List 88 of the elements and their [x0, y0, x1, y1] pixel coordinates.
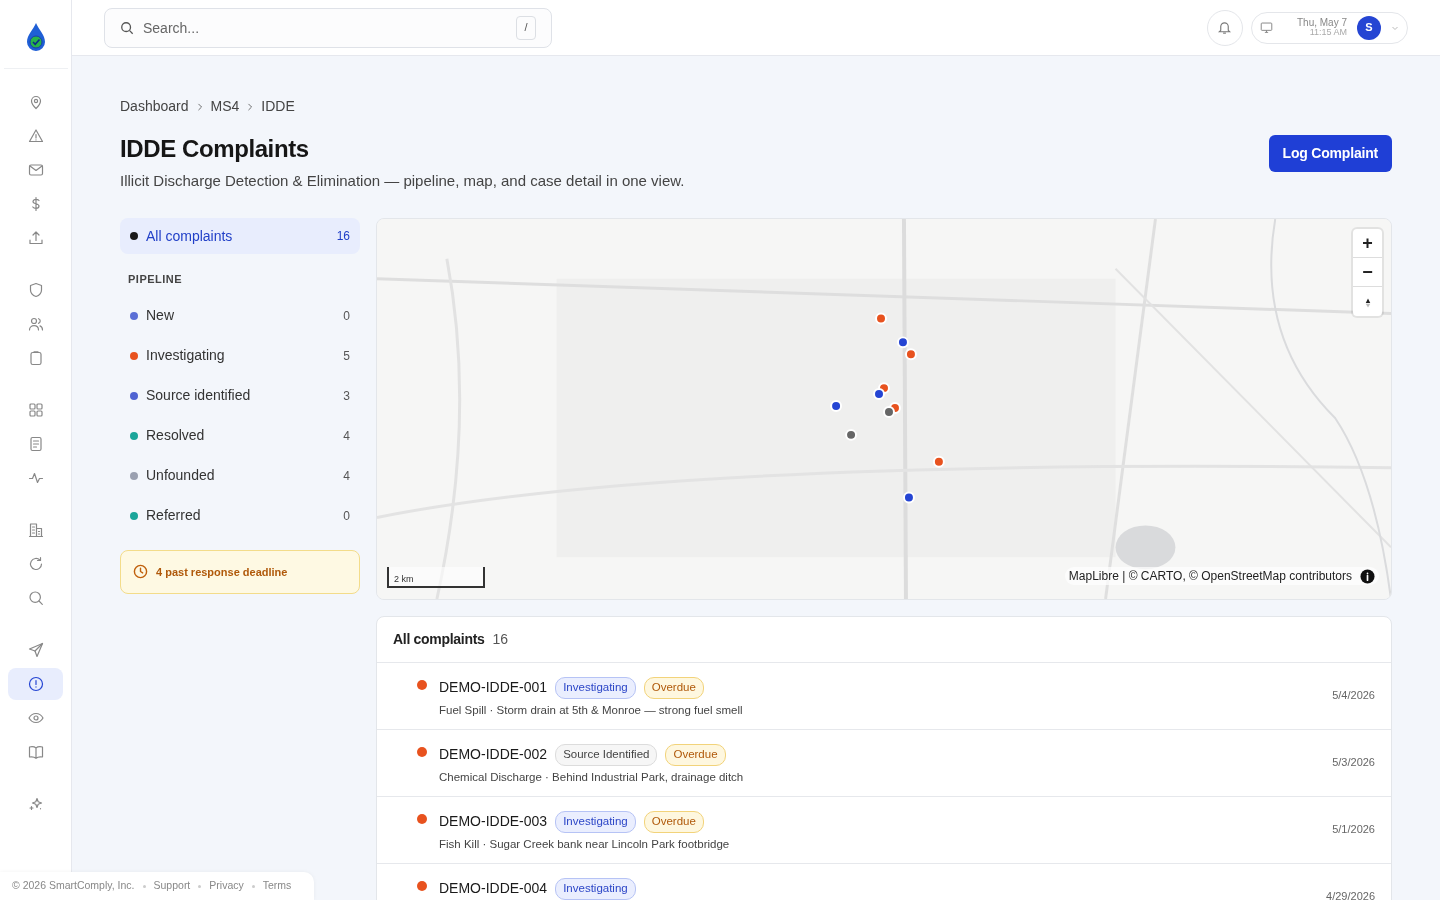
complaint-row[interactable]: DEMO-IDDE-001 Investigating Overdue Fuel Spill · Storm drain at 5th & Monroe — strong fuel smell 5/4/2026 — [377, 663, 1391, 731]
filter-item[interactable]: New 0 — [120, 295, 360, 336]
filter-item[interactable]: All complaints 16 — [120, 218, 360, 255]
scale-bar: 2 km — [387, 567, 485, 589]
footer-link[interactable]: Privacy — [209, 878, 244, 894]
bell-icon — [1217, 20, 1233, 35]
page-subtitle: Illicit Discharge Detection & Elimination — pipeline, map, and case detail in one view. — [120, 170, 685, 191]
warning-icon — [27, 128, 44, 144]
complaint-date: 5/4/2026 — [1332, 688, 1375, 704]
refresh-icon — [27, 556, 44, 572]
complaint-date: 5/1/2026 — [1332, 822, 1375, 838]
send-icon — [27, 642, 44, 658]
filter-count: 3 — [343, 387, 350, 405]
breadcrumb-current: IDDE — [261, 97, 295, 116]
filter-label: Unfounded — [146, 466, 215, 486]
status-tag: Investigating — [555, 677, 636, 699]
filter-count: 16 — [336, 228, 350, 246]
zoom-out-button[interactable]: − — [1353, 258, 1382, 288]
complaint-detail: Fuel Spill · Storm drain at 5th & Monroe — strong fuel smell — [439, 702, 743, 718]
complaint-date: 4/29/2026 — [1326, 889, 1375, 900]
copyright-text: © 2026 SmartComply, Inc. — [12, 878, 135, 894]
eye-icon — [27, 710, 44, 726]
section-heading: PIPELINE — [127, 272, 184, 288]
avatar: S — [1357, 15, 1381, 40]
document-icon — [27, 436, 44, 452]
filter-item[interactable]: Investigating 5 — [120, 335, 360, 376]
log-complaint-button[interactable]: Log Complaint — [1268, 135, 1392, 172]
status-tag: Overdue — [643, 811, 704, 833]
alert-text: 4 past response deadline — [156, 564, 288, 580]
users-icon — [27, 316, 44, 332]
filter-label: Source identified — [146, 386, 251, 406]
upload-icon — [27, 230, 44, 246]
status-tag: Investigating — [555, 811, 636, 833]
map-attribution: MapLibre | © CARTO, © OpenStreetMap contributors — [1068, 568, 1352, 586]
building-icon — [27, 522, 44, 538]
footer-link[interactable]: Support — [153, 878, 191, 894]
breadcrumb-link[interactable]: MS4 — [210, 96, 240, 117]
complaint-detail: Chemical Discharge · Behind Industrial Park, drainage ditch — [439, 769, 744, 785]
pulse-icon — [27, 470, 44, 486]
breadcrumb-link[interactable]: Dashboard — [120, 96, 189, 117]
complaint-id: DEMO-IDDE-003 — [439, 812, 548, 832]
filter-label: Investigating — [146, 346, 225, 366]
nav-button[interactable] — [8, 668, 63, 700]
filter-label: All complaints — [146, 226, 233, 246]
complaint-id: DEMO-IDDE-001 — [439, 678, 548, 698]
complaint-date: 5/3/2026 — [1332, 755, 1375, 771]
list-title: All complaints — [393, 630, 485, 650]
filter-count: 4 — [343, 467, 350, 485]
zoom-in-button[interactable]: + — [1353, 229, 1382, 259]
filter-label: Resolved — [146, 426, 205, 446]
clipboard-icon — [27, 350, 44, 366]
user-menu[interactable]: Thu, May 7 11:15 AM S — [1250, 11, 1408, 44]
filter-count: 0 — [343, 307, 350, 325]
status-tag: Overdue — [643, 677, 704, 699]
sparkle-icon — [27, 796, 44, 812]
date-text: Thu, May 7 — [1296, 17, 1347, 29]
filter-count: 4 — [343, 427, 350, 445]
book-icon — [27, 744, 44, 760]
search-icon — [27, 590, 44, 606]
footer-link[interactable]: Terms — [262, 878, 292, 894]
notification-button[interactable] — [1206, 9, 1243, 46]
status-tag: Source Identified — [555, 744, 658, 766]
complaint-row[interactable]: DEMO-IDDE-003 Investigating Overdue Fish Kill · Sugar Creek bank near Lincoln Park footbridge 5/1/2026 — [377, 797, 1391, 865]
filter-item[interactable]: Source identified 3 — [120, 375, 360, 416]
status-tag: Overdue — [665, 744, 726, 766]
filter-label: Referred — [146, 506, 201, 526]
complaint-row[interactable]: DEMO-IDDE-002 Source Identified Overdue Chemical Discharge · Behind Industrial Park, drainage ditch 5/3/2026 — [377, 730, 1391, 798]
filter-item[interactable]: Referred 0 — [120, 495, 360, 536]
filter-item[interactable]: Resolved 4 — [120, 415, 360, 456]
monitor-icon — [1259, 21, 1273, 34]
page-title: IDDE Complaints — [120, 135, 310, 164]
shield-icon — [27, 282, 44, 298]
status-tag: Investigating — [555, 878, 636, 900]
grid-icon — [27, 402, 44, 418]
list-count: 16 — [492, 630, 509, 650]
complaint-row[interactable]: DEMO-IDDE-004 Investigating 4/29/2026 — [377, 864, 1391, 900]
filter-item[interactable]: Unfounded 4 — [120, 455, 360, 496]
complaint-id: DEMO-IDDE-004 — [439, 879, 548, 899]
clock-icon — [133, 564, 148, 580]
mail-icon — [27, 162, 44, 178]
filter-label: New — [146, 306, 174, 326]
filter-count: 5 — [343, 347, 350, 365]
alert-icon — [27, 676, 44, 692]
filter-count: 0 — [343, 507, 350, 525]
complaint-detail: Fish Kill · Sugar Creek bank near Lincoln Park footbridge — [439, 836, 730, 852]
time-text: 11:15 AM — [1309, 28, 1347, 38]
shortcut-key: / — [516, 15, 536, 40]
complaint-id: DEMO-IDDE-002 — [439, 745, 548, 765]
